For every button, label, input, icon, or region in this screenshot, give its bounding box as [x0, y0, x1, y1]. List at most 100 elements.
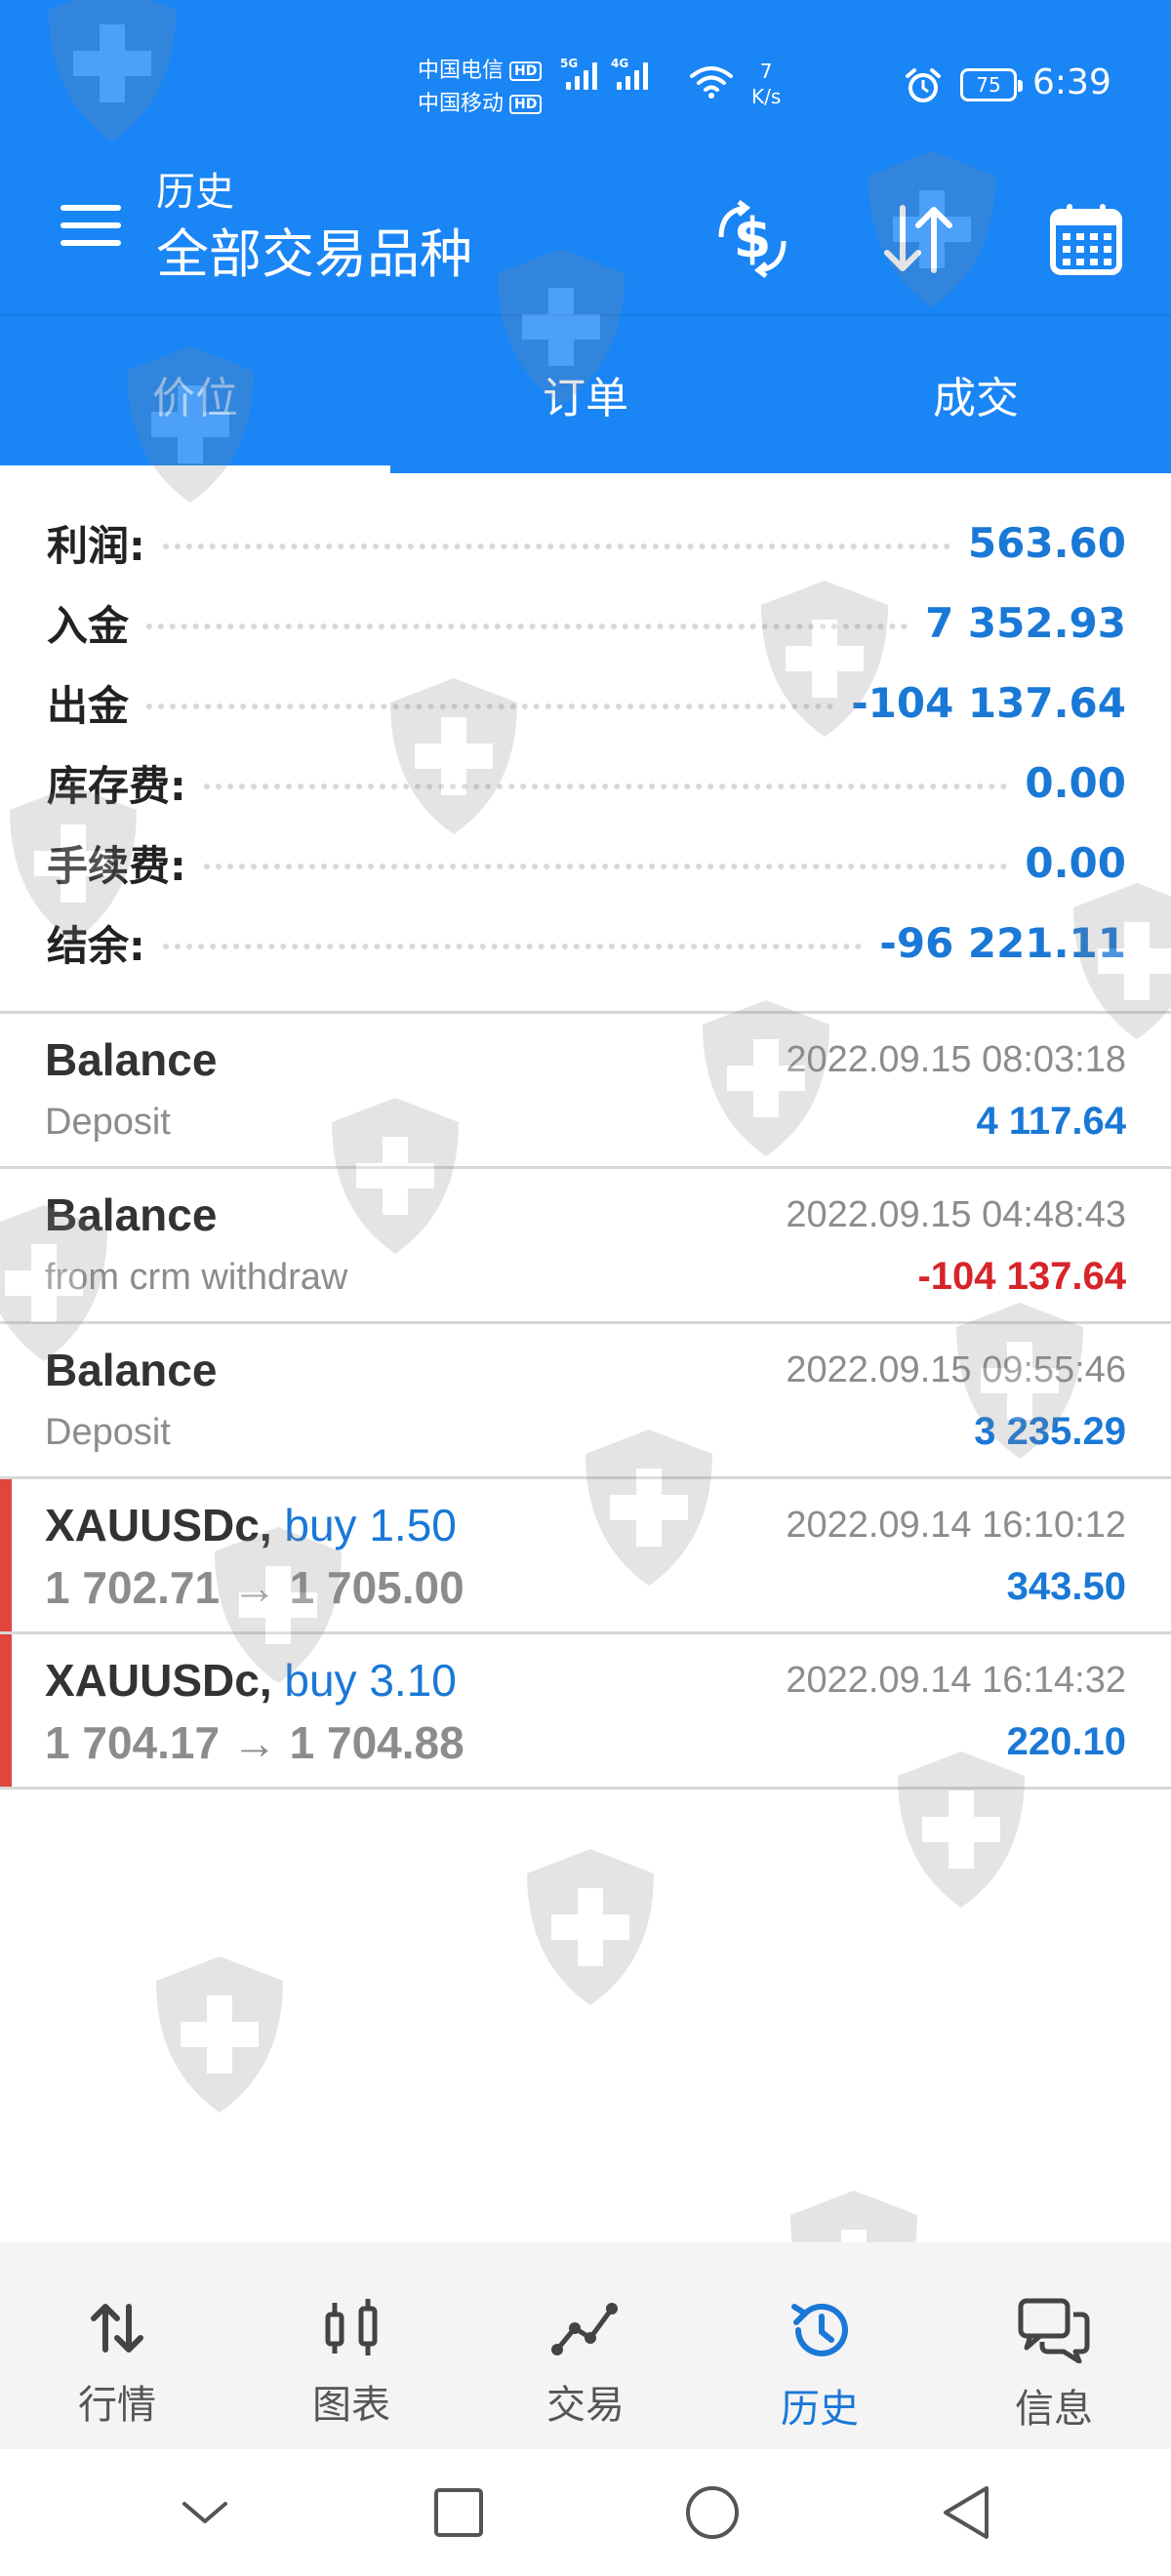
currency-exchange-button[interactable]: $: [699, 185, 806, 293]
system-navigation-bar: [0, 2449, 1171, 2576]
square-icon: [434, 2488, 483, 2537]
tab-deals[interactable]: 成交: [781, 314, 1171, 473]
history-row[interactable]: Balance from crm withdraw 2022.09.15 04:…: [0, 1169, 1171, 1321]
sort-button[interactable]: [865, 185, 972, 293]
recents-button[interactable]: [415, 2469, 503, 2556]
nav-quotes[interactable]: 行情: [0, 2242, 234, 2449]
trade-symbol: XAUUSDc,: [45, 1655, 272, 1706]
summary-value: 0.00: [1025, 758, 1126, 807]
bottom-navigation: 行情 图表 交易 历史 信息: [0, 2242, 1171, 2449]
trade-side-volume: buy 1.50: [284, 1500, 457, 1550]
carrier-info: 中国电信 HD 中国移动 HD: [418, 55, 543, 121]
summary-row-swap: 库存费: 0.00: [47, 743, 1126, 823]
summary-value: 563.60: [967, 518, 1126, 567]
row-amount: 220.10: [1006, 1720, 1126, 1763]
wifi-icon: [690, 66, 733, 99]
quotes-arrows-icon: [91, 2304, 143, 2353]
summary-row-profit: 利润: 563.60: [47, 503, 1126, 583]
network-speed: 7 K/s: [751, 60, 782, 108]
summary-row-deposit: 入金 7 352.93: [47, 583, 1126, 663]
row-time: 2022.09.15 08:03:18: [786, 1039, 1126, 1080]
watermark-shield-icon: [156, 1956, 283, 2113]
clock: 6:39: [1032, 62, 1111, 102]
calendar-button[interactable]: [1032, 185, 1140, 293]
summary-row-commission: 手续费: 0.00: [47, 823, 1126, 903]
summary-label: 手续费:: [47, 841, 186, 890]
row-time: 2022.09.15 09:55:46: [786, 1349, 1126, 1390]
row-title: Balance: [45, 1034, 218, 1085]
nav-history[interactable]: 历史: [703, 2242, 937, 2449]
divider: [0, 1787, 1171, 1790]
summary-label: 库存费:: [47, 761, 186, 810]
tab-label: 价位: [152, 373, 238, 423]
tab-positions[interactable]: 价位: [0, 314, 390, 473]
currency-exchange-icon: $: [718, 200, 787, 278]
dotted-leader: [146, 704, 834, 709]
summary-row-balance: 结余: -96 221.11: [47, 903, 1126, 983]
summary-label: 利润:: [47, 521, 145, 570]
nav-label: 交易: [546, 2383, 625, 2428]
trade-side-volume: buy 3.10: [284, 1655, 457, 1706]
tab-label: 订单: [543, 373, 628, 423]
row-amount: 343.50: [1006, 1565, 1126, 1608]
back-button[interactable]: [922, 2469, 1010, 2556]
nav-messages[interactable]: 信息: [937, 2242, 1171, 2449]
home-button[interactable]: [668, 2469, 756, 2556]
menu-button[interactable]: [61, 205, 121, 254]
nav-trade[interactable]: 交易: [468, 2242, 703, 2449]
row-comment: from crm withdraw: [45, 1257, 348, 1298]
symbol-filter[interactable]: 全部交易品种: [156, 221, 472, 289]
hide-keyboard-button[interactable]: [161, 2469, 249, 2556]
row-comment: Deposit: [45, 1102, 171, 1143]
row-title: Balance: [45, 1345, 218, 1395]
page-title: 历史: [156, 170, 234, 215]
tab-active-indicator: [0, 465, 390, 473]
summary-label: 出金: [47, 681, 130, 730]
summary-label: 入金: [47, 601, 130, 650]
trade-line-icon: [551, 2303, 618, 2355]
summary-panel: 利润: 563.60 入金 7 352.93 出金 -104 137.64 库存…: [0, 473, 1171, 1012]
trade-prices: 1 704.17 → 1 704.88: [45, 1717, 464, 1768]
summary-label: 结余:: [47, 921, 145, 970]
row-title: Balance: [45, 1189, 218, 1240]
trade-symbol: XAUUSDc,: [45, 1500, 272, 1550]
watermark-shield-icon: [527, 1849, 654, 2005]
calendar-icon: [1050, 204, 1122, 275]
hd-badge: HD: [509, 61, 543, 81]
battery-level: 75: [976, 73, 1001, 97]
tab-orders[interactable]: 订单: [390, 314, 781, 473]
trade-accent-bar: [0, 1479, 12, 1631]
summary-value: -96 221.11: [879, 918, 1126, 967]
circle-icon: [686, 2486, 739, 2539]
chart-candles-icon: [325, 2299, 378, 2355]
nav-label: 历史: [781, 2387, 859, 2432]
signal-4g-icon: 4G: [611, 57, 648, 90]
nav-label: 信息: [1015, 2387, 1093, 2432]
tab-label: 成交: [933, 373, 1019, 423]
sort-arrows-icon: [884, 205, 952, 273]
row-time: 2022.09.15 04:48:43: [786, 1194, 1126, 1235]
signal-indicators: 5G 4G: [560, 57, 648, 90]
history-row[interactable]: Balance Deposit 2022.09.15 09:55:46 3 23…: [0, 1324, 1171, 1476]
summary-value: 0.00: [1025, 838, 1126, 887]
row-amount: -104 137.64: [917, 1255, 1126, 1298]
summary-row-withdrawal: 出金 -104 137.64: [47, 663, 1126, 743]
app-bar: 历史 全部交易品种 $: [0, 166, 1171, 314]
trade-prices: 1 702.71 → 1 705.00: [45, 1562, 464, 1613]
nav-label: 图表: [312, 2383, 390, 2428]
trade-title: XAUUSDc, buy 1.50: [45, 1499, 457, 1551]
trade-row[interactable]: XAUUSDc, buy 1.50 1 702.71 → 1 705.00 20…: [0, 1479, 1171, 1631]
carrier-2: 中国移动: [418, 92, 505, 116]
row-time: 2022.09.14 16:10:12: [786, 1505, 1126, 1546]
battery-icon: 75: [960, 68, 1023, 101]
nav-label: 行情: [78, 2383, 156, 2428]
summary-value: -104 137.64: [851, 678, 1126, 727]
chevron-down-icon: [182, 2502, 227, 2523]
trade-row[interactable]: XAUUSDc, buy 3.10 1 704.17 → 1 704.88 20…: [0, 1634, 1171, 1787]
signal-5g-icon: 5G: [560, 57, 597, 90]
hd-badge: HD: [509, 95, 543, 114]
trade-title: XAUUSDc, buy 3.10: [45, 1654, 457, 1707]
dotted-leader: [162, 944, 863, 949]
history-row[interactable]: Balance Deposit 2022.09.15 08:03:18 4 11…: [0, 1014, 1171, 1166]
nav-charts[interactable]: 图表: [234, 2242, 468, 2449]
